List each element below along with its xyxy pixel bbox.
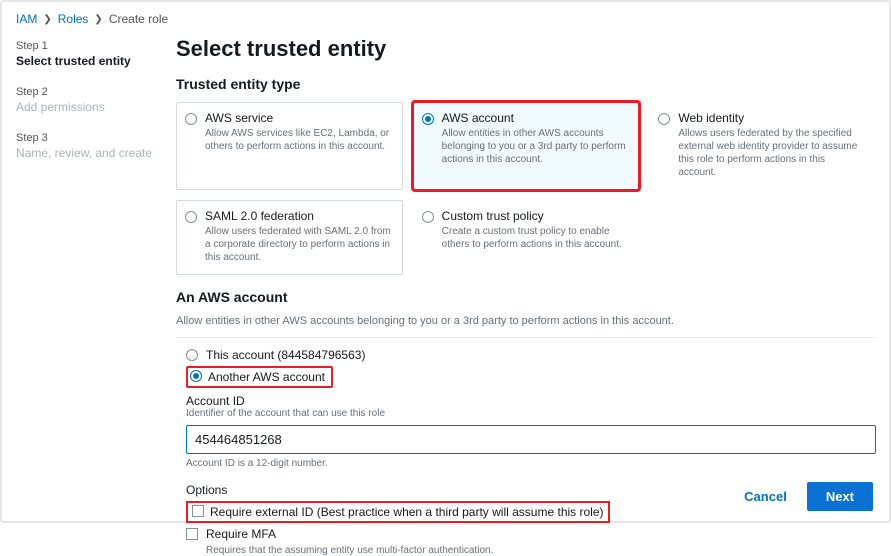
page-title: Select trusted entity	[176, 36, 876, 62]
account-section-sub: Allow entities in other AWS accounts bel…	[176, 315, 876, 327]
footer-actions: Cancel Next	[734, 482, 873, 511]
account-id-input[interactable]	[186, 425, 876, 454]
chevron-right-icon: ❯	[94, 14, 102, 25]
breadcrumb-iam[interactable]: IAM	[16, 12, 37, 26]
account-section-heading: An AWS account	[176, 289, 876, 305]
account-id-help: Identifier of the account that can use t…	[186, 408, 876, 419]
card-custom-trust[interactable]: Custom trust policy Create a custom trus…	[413, 200, 640, 275]
card-saml[interactable]: SAML 2.0 federation Allow users federate…	[176, 200, 403, 275]
radio-icon	[658, 113, 670, 125]
radio-icon	[185, 211, 197, 223]
checkbox-icon	[192, 505, 204, 517]
radio-icon	[422, 113, 434, 125]
divider	[176, 337, 876, 338]
step-3: Step 3 Name, review, and create	[16, 132, 156, 160]
checkbox-require-mfa[interactable]: Require MFA	[176, 527, 876, 541]
mfa-help: Requires that the assuming entity use mu…	[206, 545, 876, 556]
card-web-identity[interactable]: Web identity Allows users federated by t…	[649, 102, 876, 190]
radio-icon	[186, 349, 198, 361]
step-2: Step 2 Add permissions	[16, 86, 156, 114]
next-button[interactable]: Next	[807, 482, 873, 511]
breadcrumb: IAM ❯ Roles ❯ Create role	[16, 12, 875, 26]
radio-this-account[interactable]: This account (844584796563)	[176, 348, 876, 362]
wizard-steps: Step 1 Select trusted entity Step 2 Add …	[16, 36, 156, 556]
account-id-label: Account ID	[186, 394, 876, 408]
entity-type-heading: Trusted entity type	[176, 76, 876, 92]
card-aws-account[interactable]: AWS account Allow entities in other AWS …	[413, 102, 640, 190]
radio-icon	[190, 370, 202, 382]
radio-icon	[422, 211, 434, 223]
breadcrumb-current: Create role	[109, 12, 168, 26]
chevron-right-icon: ❯	[43, 14, 51, 25]
radio-icon	[185, 113, 197, 125]
step-1: Step 1 Select trusted entity	[16, 40, 156, 68]
card-aws-service[interactable]: AWS service Allow AWS services like EC2,…	[176, 102, 403, 190]
radio-another-account[interactable]: Another AWS account	[186, 366, 333, 388]
breadcrumb-roles[interactable]: Roles	[58, 12, 89, 26]
cancel-button[interactable]: Cancel	[734, 483, 797, 510]
account-id-hint: Account ID is a 12-digit number.	[186, 458, 876, 469]
checkbox-external-id[interactable]: Require external ID (Best practice when …	[186, 501, 610, 523]
radio-another-account-row: Another AWS account	[176, 366, 876, 388]
checkbox-icon	[186, 528, 198, 540]
